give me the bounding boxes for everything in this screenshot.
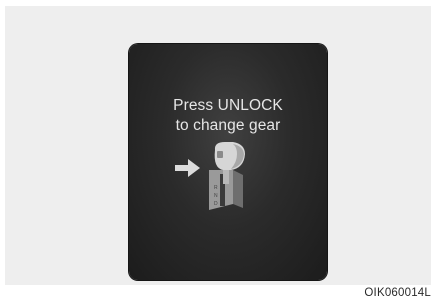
svg-text:R: R [214, 185, 218, 191]
svg-text:D: D [214, 201, 218, 207]
figure-background: Press UNLOCK to change gear R N D [5, 6, 431, 285]
arrow-right-icon [175, 159, 200, 177]
message-line-2: to change gear [175, 117, 281, 134]
svg-text:N: N [214, 193, 218, 199]
message-line-1: Press UNLOCK [173, 97, 283, 114]
cluster-display: Press UNLOCK to change gear R N D [129, 44, 327, 280]
figure-code: OIK060014L [364, 287, 431, 299]
warning-message: Press UNLOCK to change gear [129, 96, 327, 136]
gear-shift-graphic: R N D [175, 142, 245, 210]
